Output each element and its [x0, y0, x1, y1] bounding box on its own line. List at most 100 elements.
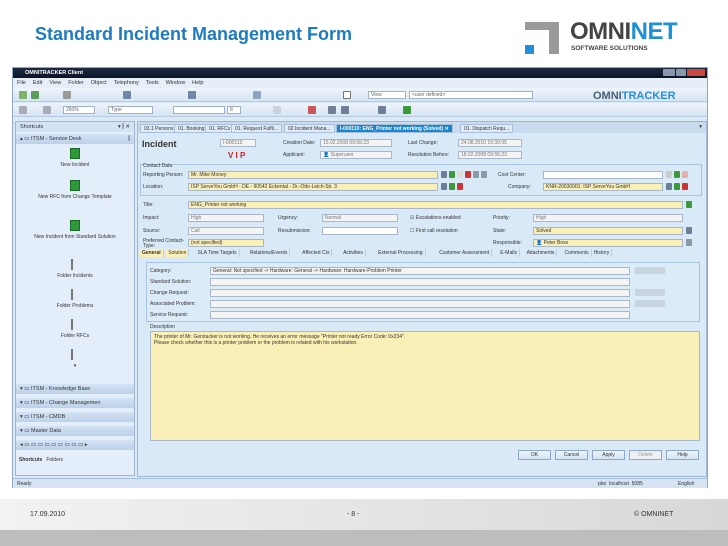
group-knowledge-base[interactable]: ▾ ▭ ITSM - Knowledge Base	[16, 384, 134, 394]
ok-button[interactable]: OK	[518, 450, 551, 460]
lock-icon[interactable]	[465, 171, 471, 178]
lock-icon[interactable]	[457, 183, 463, 190]
menu-window[interactable]: Window	[166, 80, 186, 86]
subtab-external-processing[interactable]: External Processing	[376, 249, 426, 257]
state-select[interactable]: Solved	[533, 227, 683, 235]
subtab-comments[interactable]: Comments	[563, 249, 592, 257]
phone-icon[interactable]	[481, 171, 487, 178]
edit-icon[interactable]	[666, 171, 672, 178]
save-icon[interactable]	[31, 91, 39, 99]
lock-icon[interactable]	[682, 183, 688, 190]
subtab-sla-time-targets[interactable]: SLA Time Targets	[196, 249, 240, 257]
shortcut-new-rfc[interactable]: New RFC from Change Template	[16, 180, 134, 200]
subtab-solution[interactable]: Solution	[166, 249, 190, 257]
align-left-icon[interactable]	[328, 106, 336, 114]
maximize-button[interactable]	[676, 69, 686, 76]
cost-center-field[interactable]	[543, 171, 663, 179]
collapsed-groups-bar[interactable]: ◂ ▭ ▭ ▭ ▭ ▭ ▭ ▭ ▭ ▭ ▸	[16, 440, 134, 450]
standard-solution-field[interactable]	[210, 278, 630, 286]
edit-icon[interactable]	[441, 183, 447, 190]
view-combo[interactable]: View	[368, 91, 406, 99]
tab-request-fulfilment[interactable]: 01. Request Fulfil...	[231, 124, 283, 133]
filter-combo[interactable]: <user defined>	[409, 91, 533, 99]
problem-actions-icon[interactable]	[635, 300, 665, 307]
subtab-general[interactable]: General	[140, 249, 164, 257]
shortcut-new-incident[interactable]: New Incident	[16, 148, 134, 168]
shortcut-folder-rfcs[interactable]: Folder RFCs	[16, 319, 134, 339]
mail-icon[interactable]	[473, 171, 479, 178]
font-size-combo[interactable]: 8	[227, 106, 241, 114]
shortcut-new-incident-standard[interactable]: New Incident from Standard Solution	[16, 220, 134, 240]
subtab-e-mails[interactable]: E-Mails	[498, 249, 520, 257]
view-icon[interactable]	[123, 91, 131, 99]
close-panel-icon[interactable]: ▾ ⫿ ✕	[118, 124, 130, 131]
lock-open-icon[interactable]	[686, 201, 692, 208]
edit-icon[interactable]	[666, 183, 672, 190]
image-icon[interactable]	[403, 106, 411, 114]
help-button[interactable]: Help	[666, 450, 699, 460]
service-request-field[interactable]	[210, 311, 630, 319]
tab-rfcs[interactable]: 01. RFCs	[205, 124, 235, 133]
category-actions-icon[interactable]	[635, 267, 665, 274]
disk-icon[interactable]	[19, 106, 27, 114]
shortcut-folder-problems[interactable]: Folder Problems	[16, 289, 134, 309]
menu-help[interactable]: Help	[192, 80, 203, 86]
subtab-history[interactable]: History	[592, 249, 613, 257]
tabs-dropdown-icon[interactable]: ▾	[699, 124, 702, 130]
print-icon[interactable]	[63, 91, 71, 99]
location-field[interactable]: ISP ServeYou GmbH - DE - 90542 Eckental …	[188, 183, 438, 191]
source-select[interactable]: Call	[188, 227, 264, 235]
lock-open-icon[interactable]	[449, 183, 455, 190]
resubmission-field[interactable]	[322, 227, 398, 235]
urgency-select[interactable]: Normal	[322, 214, 398, 222]
menu-telephony[interactable]: Telephony	[114, 80, 139, 86]
lock-open-icon[interactable]	[449, 171, 455, 178]
mail-icon[interactable]	[686, 239, 692, 246]
type-combo[interactable]: Type	[108, 106, 153, 114]
menu-view[interactable]: View	[49, 80, 61, 86]
group-master-data[interactable]: ▾ ▭ Master Data	[16, 426, 134, 436]
description-textarea[interactable]: The printer of Mr. Gerstacker is not wor…	[150, 331, 700, 441]
subtab-affected-cis[interactable]: Affected CIs	[300, 249, 333, 257]
group-cmdb[interactable]: ▾ ▭ ITSM - CMDB	[16, 412, 134, 422]
reporting-person-field[interactable]: Mr. Mike Money	[188, 171, 438, 179]
group-service-desk[interactable]: ▴ ▭ ITSM - Service Desk ⫿	[16, 134, 134, 144]
zoom-combo[interactable]: 260%	[63, 106, 95, 114]
company-field[interactable]: KNR-20030001: ISP ServeYou GmbH	[543, 183, 663, 191]
menu-folder[interactable]: Folder	[68, 80, 84, 86]
shortcut-folder-more[interactable]: ▾	[16, 349, 134, 369]
edit-icon[interactable]	[441, 171, 447, 178]
category-field[interactable]: General: Not specified -> Hardware: Gene…	[210, 267, 630, 275]
tab-shortcuts[interactable]: Shortcuts	[19, 457, 42, 463]
preferred-contact-select[interactable]: (not specified)	[188, 239, 264, 247]
subtab-attachments[interactable]: Attachments	[525, 249, 558, 257]
grid-icon[interactable]	[253, 91, 261, 99]
apply-button[interactable]: Apply	[592, 450, 625, 460]
lock-open-icon[interactable]	[674, 183, 680, 190]
applicant-field[interactable]: 👤 Superuser	[320, 151, 392, 159]
shortcut-folder-incidents[interactable]: Folder Incidents	[16, 259, 134, 279]
menu-file[interactable]: File	[17, 80, 26, 86]
color-icon[interactable]	[308, 106, 316, 114]
bold-icon[interactable]	[273, 106, 281, 114]
group-change-management[interactable]: ▾ ▭ ITSM - Change Managemen	[16, 398, 134, 408]
list-icon[interactable]	[378, 106, 386, 114]
subtab-relations-events[interactable]: Relations/Events	[248, 249, 291, 257]
layout-icon[interactable]	[188, 91, 196, 99]
menu-edit[interactable]: Edit	[33, 80, 42, 86]
minimize-button[interactable]	[663, 69, 675, 76]
escalations-checkbox[interactable]: ☑ Escalations enabled	[410, 215, 461, 221]
associated-problem-field[interactable]	[210, 300, 630, 308]
align-center-icon[interactable]	[341, 106, 349, 114]
tab-booking[interactable]: 01. Booking	[174, 124, 209, 133]
menu-object[interactable]: Object	[91, 80, 107, 86]
subtab-customer-assessment[interactable]: Customer Assessment	[437, 249, 493, 257]
change-request-actions-icon[interactable]	[635, 289, 665, 296]
tab-persons[interactable]: 03.1 Persons	[140, 124, 178, 133]
help-icon[interactable]	[343, 91, 351, 99]
document-icon[interactable]	[457, 171, 463, 178]
close-tab-icon[interactable]: ✕	[444, 126, 448, 132]
tab-folders[interactable]: Folders	[46, 457, 63, 463]
menu-tools[interactable]: Tools	[146, 80, 159, 86]
font-combo[interactable]	[173, 106, 225, 114]
